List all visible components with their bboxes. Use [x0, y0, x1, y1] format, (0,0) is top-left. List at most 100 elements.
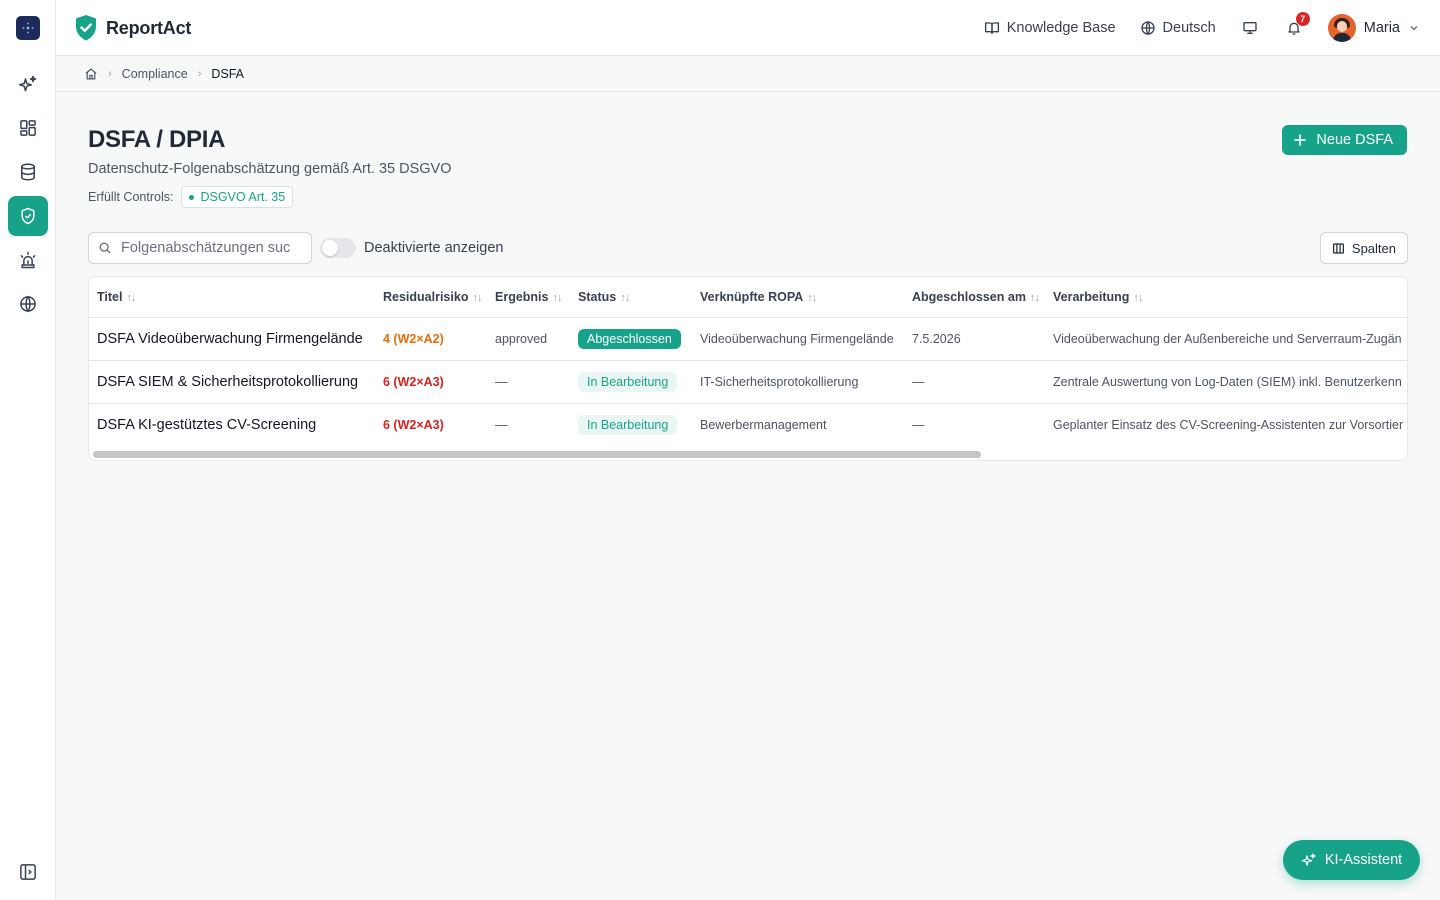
- sparkles-icon: [18, 75, 37, 92]
- sparkles-icon: [1301, 853, 1316, 866]
- horizontal-scrollbar[interactable]: [89, 449, 1407, 460]
- search-box: [88, 232, 312, 264]
- user-menu[interactable]: Maria: [1327, 14, 1420, 42]
- table-row[interactable]: DSFA KI-gestütztes CV-Screening 6 (W2×A3…: [89, 403, 1407, 446]
- sidebar-toggle-button[interactable]: [16, 860, 40, 884]
- cell-title[interactable]: DSFA Videoüberwachung Firmengelände: [89, 317, 375, 361]
- new-dsfa-label: Neue DSFA: [1316, 132, 1393, 148]
- rail-globe-button[interactable]: [8, 284, 48, 324]
- knowledge-base-label: Knowledge Base: [1006, 20, 1116, 36]
- breadcrumb-compliance[interactable]: Compliance: [122, 67, 188, 81]
- rail-compliance-button[interactable]: [8, 196, 48, 236]
- toggle-knob: [322, 240, 338, 256]
- chevron-right-icon: ›: [197, 67, 202, 80]
- avatar: [1327, 14, 1356, 42]
- sort-icon: ↑↓: [620, 291, 630, 304]
- status-dot: [189, 194, 195, 200]
- cell-title[interactable]: DSFA SIEM & Sicherheitsprotokollierung: [89, 360, 375, 404]
- control-chip-label: DSGVO Art. 35: [200, 190, 286, 204]
- rail-ai-button[interactable]: [8, 64, 48, 104]
- display-mode-button[interactable]: [1240, 18, 1260, 38]
- show-deactivated-label: Deaktivierte anzeigen: [364, 240, 504, 256]
- cell-result: —: [495, 417, 508, 432]
- column-header-processing[interactable]: Verarbeitung ↑↓: [1045, 277, 1407, 318]
- chevron-right-icon: ›: [108, 67, 112, 80]
- risk-value: 4 (W2×A2): [383, 331, 444, 346]
- status-badge: In Bearbeitung: [578, 371, 678, 392]
- brand-shield-icon: [76, 15, 96, 41]
- show-deactivated-toggle[interactable]: [320, 238, 356, 258]
- cell-processing: Zentrale Auswertung von Log-Daten (SIEM)…: [1045, 360, 1407, 404]
- cell-ropa: Bewerbermanagement: [700, 417, 827, 432]
- risk-value: 6 (W2×A3): [383, 374, 444, 389]
- column-header-linked-ropa[interactable]: Verknüpfte ROPA ↑↓: [692, 277, 904, 318]
- cell-title[interactable]: DSFA KI-gestütztes CV-Screening: [89, 403, 375, 446]
- notifications-button[interactable]: 7: [1284, 12, 1310, 38]
- cell-ropa: IT-Sicherheitsprotokollierung: [692, 360, 904, 404]
- status-badge: In Bearbeitung: [578, 414, 678, 435]
- monitor-icon: [1243, 21, 1257, 34]
- user-name: Maria: [1363, 20, 1400, 36]
- plus-icon: [1294, 134, 1307, 146]
- globe-icon: [20, 295, 36, 313]
- cell-completed: —: [912, 417, 925, 432]
- breadcrumb-current: DSFA: [211, 66, 245, 81]
- cell-result: —: [487, 360, 570, 404]
- search-icon: [99, 242, 111, 254]
- column-header-residual-risk[interactable]: Residualrisiko ↑↓: [375, 277, 487, 318]
- columns-icon: [1332, 242, 1344, 254]
- chevron-down-icon: [1410, 26, 1418, 31]
- controls-row: Erfüllt Controls: DSGVO Art. 35: [88, 186, 294, 208]
- ai-assistant-button[interactable]: KI-Assistent: [1283, 840, 1420, 880]
- table-header-row: Titel ↑↓ Residualrisiko ↑↓ Ergebnis ↑↓ Stat…: [89, 277, 1407, 318]
- columns-label: Spalten: [1351, 240, 1396, 256]
- dashboard-icon: [20, 120, 36, 136]
- left-rail: [0, 0, 56, 900]
- cell-status: In Bearbeitung: [570, 360, 692, 404]
- control-chip[interactable]: DSGVO Art. 35: [181, 186, 294, 208]
- table-row[interactable]: DSFA Videoüberwachung Firmengelände 4 (W…: [89, 317, 1407, 361]
- scrollbar-thumb[interactable]: [93, 451, 981, 458]
- cell-processing: Geplanter Einsatz des CV-Screening-Assis…: [1053, 417, 1404, 432]
- table-row[interactable]: DSFA SIEM & Sicherheitsprotokollierung 6…: [89, 360, 1407, 404]
- column-header-status[interactable]: Status ↑↓: [570, 277, 692, 318]
- language-switcher[interactable]: Deutsch: [1140, 20, 1216, 36]
- sort-icon: ↑↓: [126, 291, 136, 304]
- rail-database-button[interactable]: [8, 152, 48, 192]
- ai-assistant-label: KI-Assistent: [1324, 852, 1403, 868]
- status-badge: Abgeschlossen: [578, 328, 681, 349]
- controls-label: Erfüllt Controls:: [88, 190, 174, 204]
- columns-button[interactable]: Spalten: [1319, 232, 1408, 264]
- risk-value: 6 (W2×A3): [383, 417, 444, 432]
- cell-completed: —: [904, 360, 1045, 404]
- sort-icon: ↑↓: [1133, 291, 1143, 304]
- knowledge-base-link[interactable]: Knowledge Base: [984, 20, 1116, 36]
- brand-name: ReportAct: [106, 17, 192, 38]
- cell-ropa: Videoüberwachung Firmengelände: [692, 317, 904, 361]
- cell-risk: 6 (W2×A3): [375, 360, 487, 404]
- top-actions: Knowledge Base Deutsch 7 Maria: [984, 0, 1420, 56]
- cell-risk: 6 (W2×A3): [375, 403, 487, 446]
- cell-completed: 7.5.2026: [904, 317, 1045, 361]
- sort-icon: ↑↓: [472, 291, 482, 304]
- shield-check-icon: [21, 207, 35, 225]
- dsfa-table: Titel ↑↓ Residualrisiko ↑↓ Ergebnis ↑↓ Stat…: [88, 276, 1408, 461]
- column-header-completed-on[interactable]: Abgeschlossen am ↑↓: [904, 277, 1045, 318]
- search-input[interactable]: [121, 240, 291, 256]
- column-header-result[interactable]: Ergebnis ↑↓: [487, 277, 570, 318]
- column-header-title[interactable]: Titel ↑↓: [89, 277, 375, 318]
- app-logo[interactable]: [16, 16, 40, 40]
- siren-icon: [20, 251, 36, 269]
- logo-icon: [22, 22, 34, 34]
- sort-icon: ↑↓: [1029, 291, 1040, 304]
- rail-alarm-button[interactable]: [8, 240, 48, 280]
- rail-dashboard-button[interactable]: [8, 108, 48, 148]
- cell-risk: 4 (W2×A2): [375, 317, 487, 361]
- language-label: Deutsch: [1162, 20, 1216, 36]
- sort-icon: ↑↓: [807, 291, 817, 304]
- home-icon[interactable]: [84, 67, 98, 81]
- new-dsfa-button[interactable]: Neue DSFA: [1282, 125, 1407, 155]
- brand[interactable]: ReportAct: [74, 14, 191, 42]
- cell-result: approved: [487, 317, 570, 361]
- show-deactivated-toggle-wrap: Deaktivierte anzeigen: [320, 238, 503, 258]
